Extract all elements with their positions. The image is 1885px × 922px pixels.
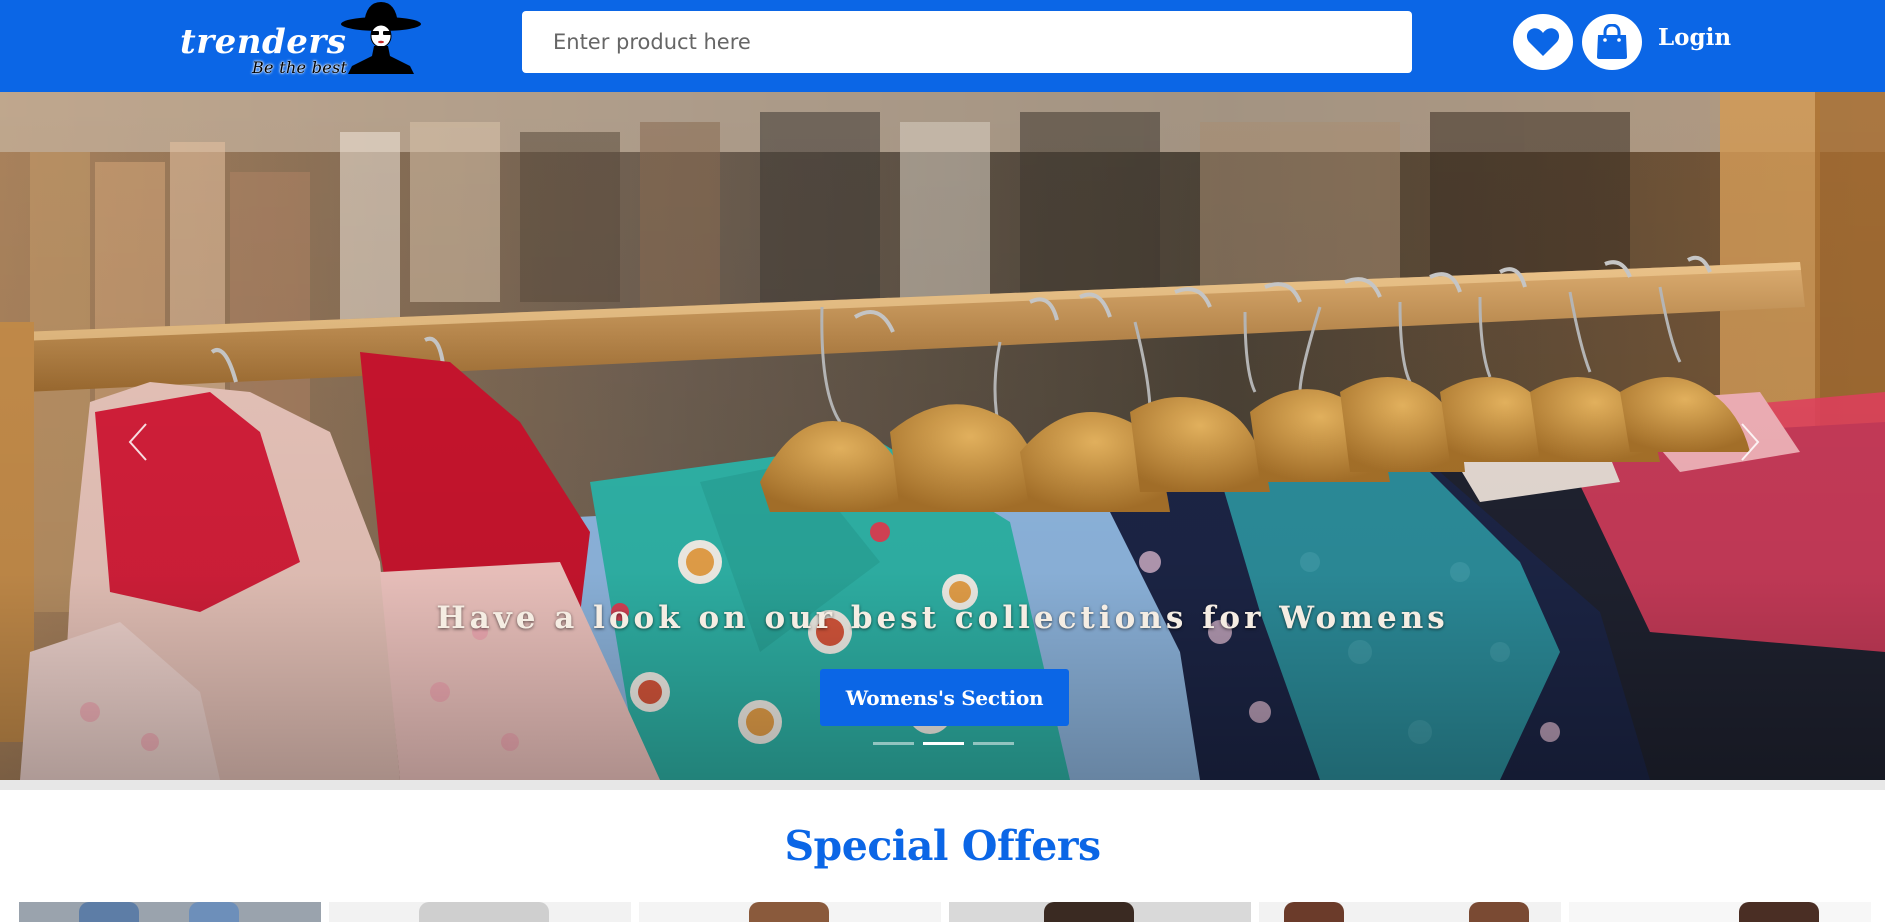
navbar: trenders Be the best Enter product here … <box>0 0 1885 92</box>
shopping-bag-icon <box>1597 24 1627 59</box>
cart-button[interactable] <box>1582 14 1642 70</box>
chevron-right-icon <box>1741 423 1760 461</box>
carousel-indicator-2[interactable] <box>923 742 964 745</box>
offer-card[interactable] <box>1259 902 1561 922</box>
chevron-left-icon <box>128 423 147 461</box>
hero-divider <box>0 780 1885 790</box>
womens-section-button[interactable]: Womens's Section <box>820 669 1069 726</box>
carousel-indicator-1[interactable] <box>873 742 914 745</box>
logo-tagline: Be the best <box>252 58 348 77</box>
login-link[interactable]: Login <box>1658 24 1731 51</box>
offer-card[interactable] <box>949 902 1251 922</box>
offer-card[interactable] <box>1569 902 1871 922</box>
wishlist-button[interactable] <box>1513 14 1573 70</box>
hero-carousel: Have a look on our best collections for … <box>0 92 1885 780</box>
search-input[interactable] <box>522 11 1412 73</box>
hero-caption: Have a look on our best collections for … <box>436 600 1449 636</box>
special-offers-title: Special Offers <box>784 822 1101 870</box>
brand-logo[interactable]: trenders Be the best <box>178 0 423 92</box>
logo-text: trenders <box>180 22 347 62</box>
carousel-prev-button[interactable] <box>108 412 168 472</box>
offer-card[interactable] <box>329 902 631 922</box>
carousel-indicator-3[interactable] <box>973 742 1014 745</box>
lady-with-hat-logo-icon <box>341 2 421 74</box>
offer-card[interactable] <box>19 902 321 922</box>
carousel-next-button[interactable] <box>1720 412 1780 472</box>
carousel-indicators <box>873 742 1014 748</box>
heart-icon <box>1526 28 1560 56</box>
offer-card[interactable] <box>639 902 941 922</box>
